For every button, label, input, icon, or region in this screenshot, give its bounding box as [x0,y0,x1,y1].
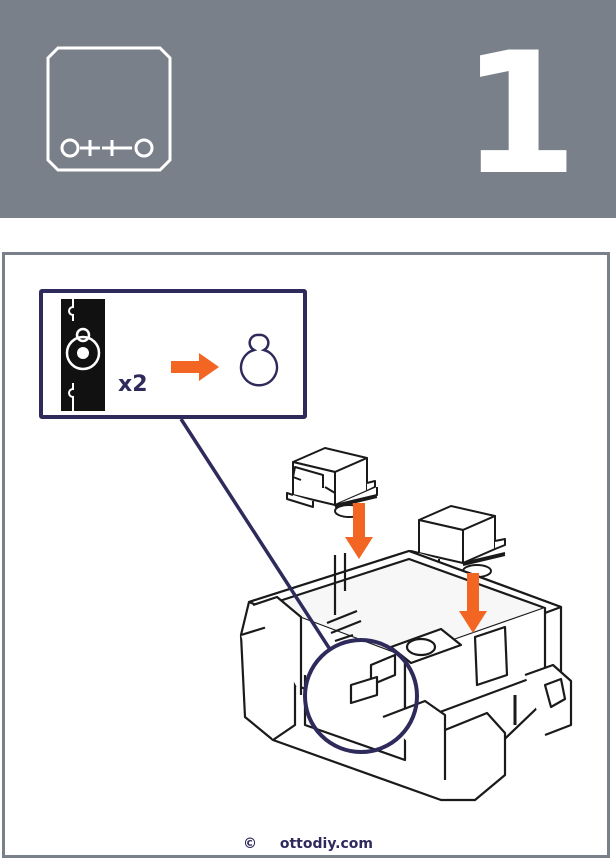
header-banner: 1 [0,0,616,218]
callout-box [39,289,307,419]
otto-logo-icon [46,46,172,172]
instruction-panel [2,252,610,858]
keyhole-hole-icon [239,333,279,387]
arrow-right-icon [171,353,219,381]
copyright-symbol: © [243,836,257,852]
footer: © ottodiy.com [0,836,616,852]
website-link[interactable]: ottodiy.com [280,836,373,852]
quantity-label: x2 [118,372,148,397]
step-number: 1 [461,16,578,212]
